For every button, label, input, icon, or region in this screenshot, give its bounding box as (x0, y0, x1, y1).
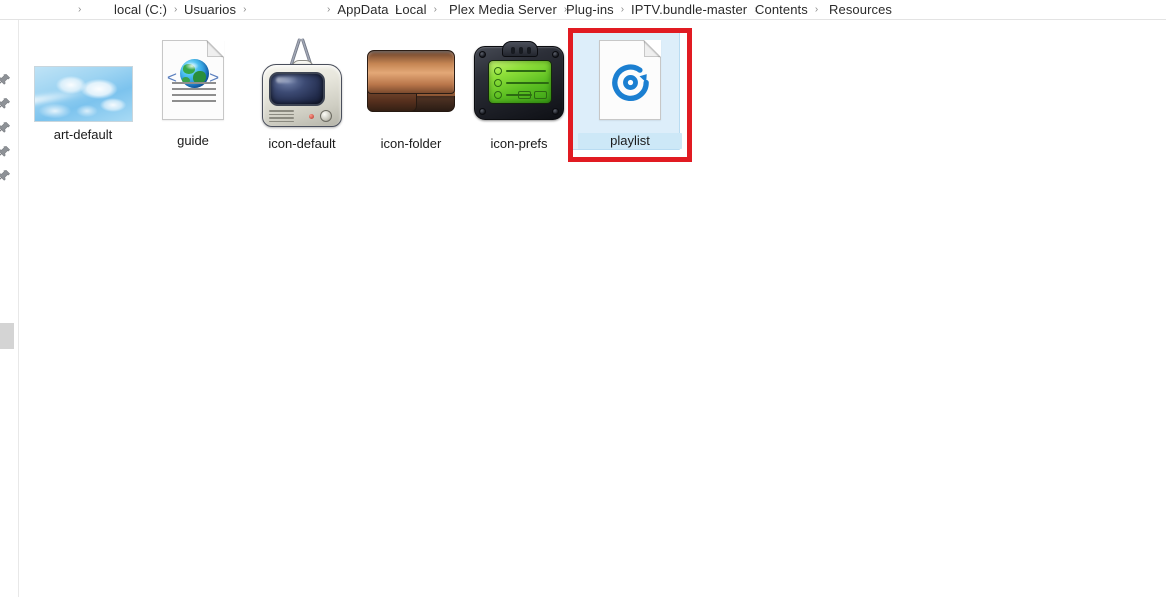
file-item-icon-folder[interactable]: icon-folder (359, 31, 463, 152)
screw-icon (479, 108, 486, 115)
breadcrumb-separator-icon[interactable]: › (237, 4, 252, 15)
breadcrumb-segment-resources[interactable]: Resources (828, 0, 893, 19)
crumb-label-local[interactable]: Local (394, 2, 428, 17)
breadcrumb-segment-local[interactable]: Local › (394, 0, 443, 19)
html-document-globe-icon: < > (162, 40, 224, 120)
pin-icon[interactable] (0, 121, 11, 135)
file-label[interactable]: art-default (31, 127, 135, 143)
icon-default-thumbnail (250, 31, 354, 135)
breadcrumb-separator-icon[interactable]: › (615, 4, 630, 15)
crumb-label-local-c[interactable]: local (C:) (113, 2, 168, 17)
crumb-label-resources[interactable]: Resources (828, 2, 893, 17)
guide-thumbnail: < > (141, 28, 245, 132)
page-fold-icon (207, 40, 224, 57)
crumb-label-appdata[interactable]: AppData (336, 2, 389, 17)
copper-folder-icon (365, 46, 457, 120)
crumb-label-iptv-bundle-master[interactable]: IPTV.bundle-master (630, 2, 748, 17)
file-label[interactable]: icon-default (250, 136, 354, 152)
crumb-label-plex-media-server[interactable]: Plex Media Server (448, 2, 558, 17)
breadcrumb-segment-iptv-bundle[interactable]: IPTV.bundle-master › (630, 0, 764, 19)
playlist-thumbnail (578, 28, 682, 132)
disc-logo-icon (607, 59, 654, 106)
pin-icon[interactable] (0, 73, 11, 87)
file-item-icon-default[interactable]: icon-default (250, 31, 354, 152)
retro-television-icon (258, 37, 346, 129)
page-fold-icon (644, 40, 661, 57)
file-label[interactable]: icon-folder (359, 136, 463, 152)
breadcrumb-separator-icon[interactable]: › (72, 4, 87, 15)
screw-icon (552, 108, 559, 115)
pin-icon[interactable] (0, 145, 11, 159)
vlc-disc-document-icon (599, 40, 661, 120)
icon-prefs-thumbnail (467, 31, 571, 135)
breadcrumb-segment-local-c[interactable]: local (C:) › (113, 0, 183, 19)
breadcrumb-leading-group: › (72, 0, 87, 19)
sky-image-thumbnail-icon (33, 66, 133, 122)
pin-icon[interactable] (0, 97, 11, 111)
screw-icon (479, 51, 486, 58)
file-item-art-default[interactable]: art-default (31, 62, 135, 143)
breadcrumb-segment-usuarios[interactable]: Usuarios › (183, 0, 252, 19)
crumb-label-plug-ins[interactable]: Plug-ins (565, 2, 615, 17)
navigation-pane-scrollbar-thumb[interactable] (0, 323, 14, 349)
breadcrumb-segment-plugins[interactable]: Plug-ins › (565, 0, 630, 19)
document-text-lines-icon (172, 82, 216, 106)
screw-icon (552, 51, 559, 58)
breadcrumb-separator-icon[interactable]: › (168, 4, 183, 15)
breadcrumb-separator-icon[interactable]: › (809, 4, 824, 15)
file-item-icon-prefs[interactable]: icon-prefs (467, 31, 571, 152)
navigation-pane-clipped[interactable]: ) (0, 20, 19, 597)
crumb-label-usuarios[interactable]: Usuarios (183, 2, 237, 17)
file-item-guide[interactable]: < > guide (141, 28, 245, 149)
tv-power-led (309, 114, 314, 119)
tv-tuner-dial (320, 110, 332, 122)
pin-icon[interactable] (0, 169, 11, 183)
tv-screen (269, 72, 325, 106)
breadcrumb-segment-appdata[interactable]: › AppData › (321, 0, 405, 19)
art-default-thumbnail (31, 62, 135, 126)
green-lcd-device-icon (474, 41, 564, 120)
breadcrumb-separator-icon[interactable]: › (321, 4, 336, 15)
file-label[interactable]: guide (141, 133, 245, 149)
lcd-screen (488, 60, 552, 104)
file-label[interactable]: icon-prefs (467, 136, 571, 152)
breadcrumb-address-bar[interactable]: › local (C:) › Usuarios › › AppData › Lo… (0, 0, 1166, 20)
crumb-label-contents[interactable]: Contents (754, 2, 809, 17)
breadcrumb-separator-icon[interactable]: › (428, 4, 443, 15)
folder-lid (367, 50, 455, 94)
device-top-buttons (502, 41, 538, 57)
icon-folder-thumbnail (359, 31, 463, 135)
file-item-playlist[interactable]: playlist (578, 28, 682, 149)
file-label[interactable]: playlist (578, 133, 682, 149)
tv-speaker-grille (269, 110, 294, 122)
breadcrumb-segment-plex[interactable]: Plex Media Server › (448, 0, 573, 19)
breadcrumb-segment-contents[interactable]: Contents › (754, 0, 824, 19)
file-list-view[interactable]: art-default < > guide icon-default icon-… (19, 20, 1166, 597)
